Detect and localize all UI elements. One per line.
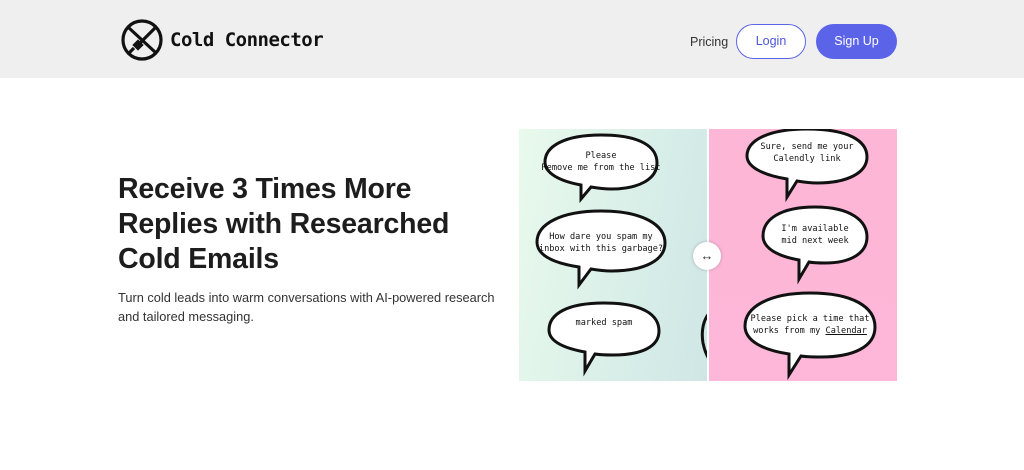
speech-bubble: Please pick a time that works from my Cal… bbox=[741, 289, 879, 381]
bubble-text-line: Remove me from the list bbox=[541, 163, 661, 173]
bubble-text-line: works from my bbox=[753, 326, 826, 336]
speech-bubble-icon bbox=[547, 301, 661, 377]
bubble-text-line: Calendly link bbox=[773, 154, 841, 164]
bubble-text-line: Sure, send me your bbox=[760, 142, 854, 152]
logo-icon bbox=[121, 19, 163, 61]
calendar-link: Calendar bbox=[825, 326, 867, 336]
bubble-text-line: mid next week bbox=[781, 236, 849, 246]
speech-bubble: I'm available mid next week bbox=[759, 203, 871, 285]
bubble-text-line: How dare you spam my bbox=[549, 232, 653, 242]
bubble-text-line: I'm available bbox=[781, 224, 849, 234]
arrows-horizontal-icon: ↔ bbox=[700, 248, 714, 263]
nav-link-pricing[interactable]: Pricing bbox=[690, 35, 728, 49]
brand-name: Cold Connector bbox=[170, 29, 324, 51]
speech-bubble: marked spam bbox=[545, 299, 663, 377]
login-button[interactable]: Login bbox=[736, 24, 806, 59]
before-after-comparison: Please Remove me from the list How dare y… bbox=[519, 129, 897, 381]
speech-bubble: Sure, send me your Calendly link bbox=[743, 129, 871, 203]
before-pane: Please Remove me from the list How dare y… bbox=[519, 129, 708, 381]
signup-button[interactable]: Sign Up bbox=[816, 24, 897, 59]
hero-title: Receive 3 Times More Replies with Resear… bbox=[118, 173, 450, 275]
brand-logo[interactable]: Cold Connector bbox=[120, 18, 324, 62]
slider-handle[interactable]: ↔ bbox=[693, 242, 721, 270]
bubble-text-line: Please bbox=[585, 151, 617, 161]
speech-bubble: Please Remove me from the list bbox=[541, 131, 661, 204]
speech-bubble: How dare you spam my inbox with this garb… bbox=[533, 207, 669, 290]
hero-subtitle: Turn cold leads into warm conversations … bbox=[118, 290, 495, 324]
bubble-text-line: marked spam bbox=[575, 318, 633, 328]
top-nav-bar: Cold Connector Pricing Login Sign Up bbox=[0, 0, 1024, 78]
bubble-text-line: inbox with this garbage? bbox=[538, 244, 664, 254]
after-pane: Sure, send me your Calendly link I'm avai… bbox=[709, 129, 897, 381]
bubble-text-line: Please pick a time that bbox=[750, 314, 870, 324]
